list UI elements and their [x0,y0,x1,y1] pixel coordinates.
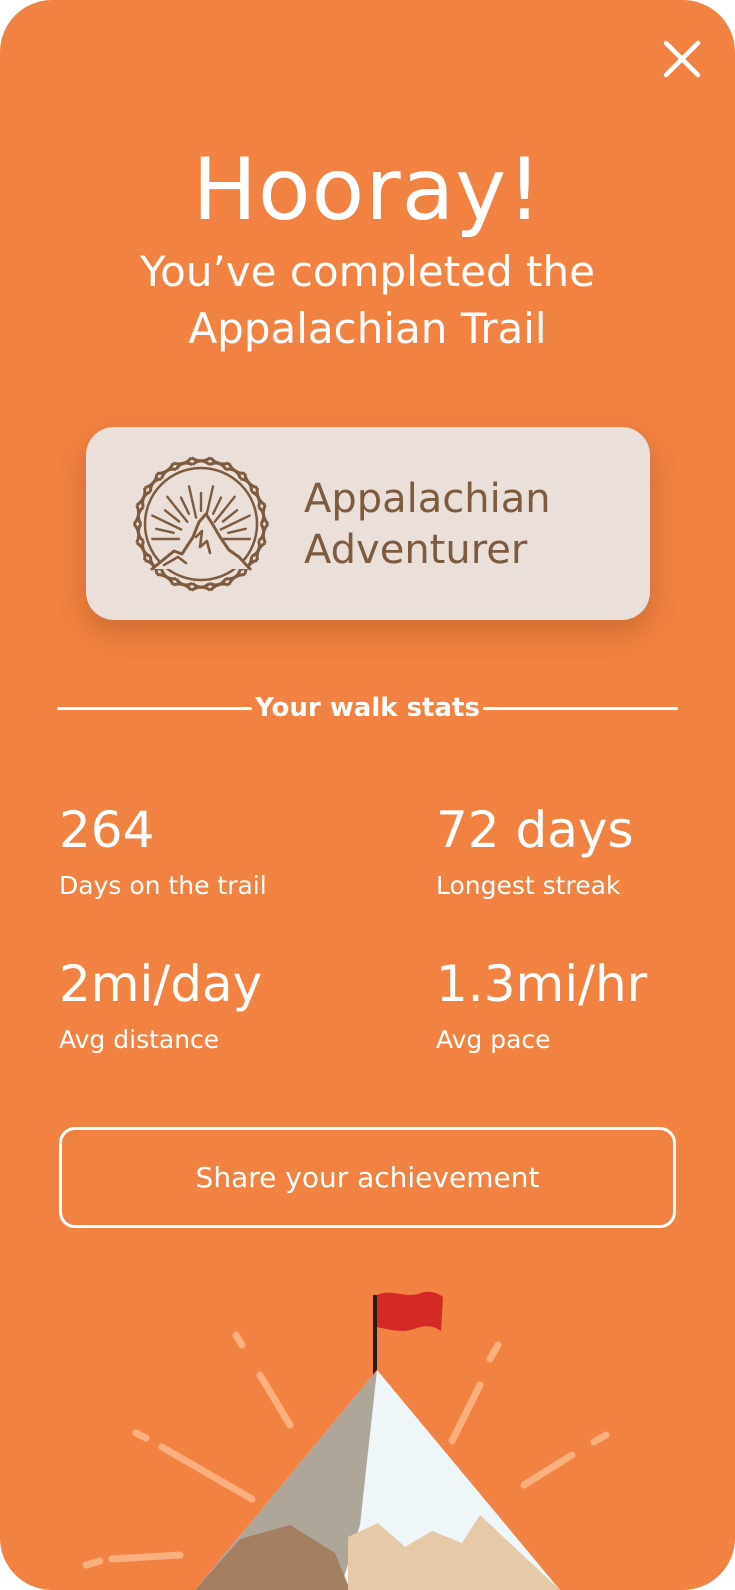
close-icon [663,40,701,78]
stat-label: Longest streak [436,871,621,900]
stat-avg-pace: 1.3mi/hr Avg pace [436,953,647,1057]
stat-days-on-trail: 264 Days on the trail [59,799,267,903]
stat-avg-distance: 2mi/day Avg distance [59,953,262,1057]
stat-label: Days on the trail [59,871,267,900]
badge-title-line-2: Adventurer [304,527,528,573]
stat-value: 264 [59,801,155,859]
stat-label: Avg pace [436,1025,551,1054]
mountain-sunburst-emblem-icon [130,453,272,595]
close-button[interactable] [659,36,705,82]
achievement-screen: Hooray! You’ve completed the Appalachian… [0,0,735,1590]
stat-label: Avg distance [59,1025,220,1054]
summit-flag-icon [0,1275,735,1590]
completion-message: You’ve completed the Appalachian Trail [0,243,735,357]
share-achievement-button[interactable]: Share your achievement [59,1127,676,1228]
badge-card: Appalachian Adventurer [86,427,650,620]
stat-value: 2mi/day [59,955,263,1013]
stat-value: 72 days [436,801,634,859]
stat-longest-streak: 72 days Longest streak [436,799,634,903]
stat-value: 1.3mi/hr [436,955,648,1013]
divider-line-right [483,707,678,710]
badge-title: Appalachian Adventurer [304,474,551,576]
completion-message-line-2: Appalachian Trail [188,304,547,353]
headline: Hooray! [192,140,543,240]
stats-section-header: Your walk stats [57,690,678,726]
completion-message-line-1: You’ve completed the [140,247,595,296]
badge-title-line-1: Appalachian [304,476,551,522]
